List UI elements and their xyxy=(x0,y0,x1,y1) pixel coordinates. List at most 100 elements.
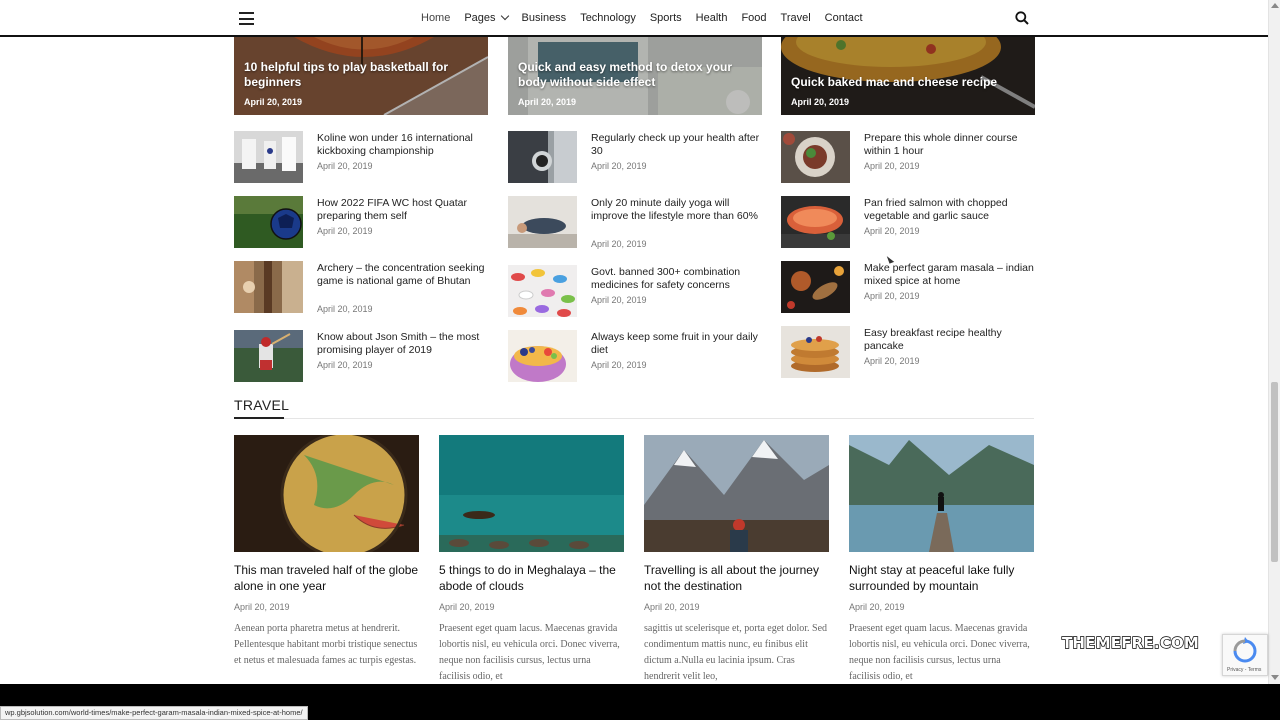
travel-post-excerpt: Aenean porta pharetra metus at hendrerit… xyxy=(234,623,418,666)
list-item[interactable]: Archery – the concentration seeking game… xyxy=(234,261,489,314)
post-date: April 20, 2019 xyxy=(317,360,373,370)
post-date: April 20, 2019 xyxy=(591,161,647,171)
featured-date: April 20, 2019 xyxy=(791,97,850,107)
post-title[interactable]: Always keep some fruit in your daily die… xyxy=(591,331,763,357)
featured-post-mac-cheese[interactable]: Quick baked mac and cheese recipe April … xyxy=(781,37,1035,115)
post-title[interactable]: How 2022 FIFA WC host Quatar preparing t… xyxy=(317,197,489,223)
post-date: April 20, 2019 xyxy=(317,304,373,314)
travel-post-title[interactable]: This man traveled half of the globe alon… xyxy=(234,563,419,594)
featured-date: April 20, 2019 xyxy=(518,97,577,107)
nav-item-technology[interactable]: Technology xyxy=(580,12,636,24)
nav-item-contact[interactable]: Contact xyxy=(825,12,863,24)
post-title[interactable]: Prepare this whole dinner course within … xyxy=(864,132,1036,158)
health-checkup-thumbnail xyxy=(508,131,577,183)
nav-item-sports[interactable]: Sports xyxy=(650,12,682,24)
post-title[interactable]: Archery – the concentration seeking game… xyxy=(317,262,489,288)
nav-item-food[interactable]: Food xyxy=(741,12,766,24)
list-item[interactable]: Only 20 minute daily yoga will improve t… xyxy=(508,196,763,249)
post-title[interactable]: Koline won under 16 international kickbo… xyxy=(317,132,489,158)
travel-post-title[interactable]: Night stay at peaceful lake fully surrou… xyxy=(849,563,1034,594)
recaptcha-terms[interactable]: Privacy - Terms xyxy=(1227,667,1261,673)
top-navigation-bar: Home Pages Business Technology Sports He… xyxy=(0,0,1268,37)
travel-post-excerpt: sagittis ut scelerisque et, porta eget d… xyxy=(644,623,828,682)
post-title[interactable]: Only 20 minute daily yoga will improve t… xyxy=(591,197,763,223)
travel-card[interactable]: This man traveled half of the globe alon… xyxy=(234,435,419,669)
travel-card[interactable]: Travelling is all about the journey not … xyxy=(644,435,829,685)
list-item[interactable]: Easy breakfast recipe healthy pancake Ap… xyxy=(781,326,1035,378)
section-heading-travel[interactable]: TRAVEL xyxy=(234,397,289,413)
featured-post-detox[interactable]: Quick and easy method to detox your body… xyxy=(508,37,762,115)
post-date: April 20, 2019 xyxy=(864,291,920,301)
mountain-hiker-image xyxy=(644,435,829,552)
yoga-thumbnail xyxy=(508,196,577,248)
travel-post-date: April 20, 2019 xyxy=(439,602,495,612)
chevron-down-icon xyxy=(500,11,509,20)
main-nav: Home Pages Business Technology Sports He… xyxy=(421,0,877,35)
featured-title: Quick and easy method to detox your body… xyxy=(518,60,733,89)
travel-post-title[interactable]: Travelling is all about the journey not … xyxy=(644,563,829,594)
nav-item-health[interactable]: Health xyxy=(696,12,728,24)
section-divider xyxy=(234,418,1034,419)
post-title[interactable]: Govt. banned 300+ combination medicines … xyxy=(591,266,763,292)
list-item[interactable]: Always keep some fruit in your daily die… xyxy=(508,330,762,382)
travel-post-date: April 20, 2019 xyxy=(849,602,905,612)
post-title[interactable]: Know about Json Smith – the most promisi… xyxy=(317,331,489,357)
list-item[interactable]: How 2022 FIFA WC host Quatar preparing t… xyxy=(234,196,488,248)
list-item[interactable]: Pan fried salmon with chopped vegetable … xyxy=(781,196,1035,248)
travel-post-title[interactable]: 5 things to do in Meghalaya – the abode … xyxy=(439,563,624,594)
nav-item-pages[interactable]: Pages xyxy=(464,11,509,24)
baseball-thumbnail xyxy=(234,330,303,382)
post-date: April 20, 2019 xyxy=(591,360,647,370)
kickboxing-thumbnail xyxy=(234,131,303,183)
list-item[interactable]: Make perfect garam masala – indian mixed… xyxy=(781,261,1035,313)
football-thumbnail xyxy=(234,196,303,248)
section-heading-underline xyxy=(234,417,284,419)
post-date: April 20, 2019 xyxy=(591,295,647,305)
page-scrollbar[interactable] xyxy=(1268,0,1280,684)
search-icon[interactable] xyxy=(1015,11,1029,25)
scroll-down-arrow-icon[interactable] xyxy=(1271,675,1279,680)
travel-post-date: April 20, 2019 xyxy=(644,602,700,612)
travel-card[interactable]: 5 things to do in Meghalaya – the abode … xyxy=(439,435,624,685)
list-item[interactable]: Koline won under 16 international kickbo… xyxy=(234,131,488,183)
nav-item-business[interactable]: Business xyxy=(522,12,567,24)
list-item[interactable]: Know about Json Smith – the most promisi… xyxy=(234,330,488,382)
archery-thumbnail xyxy=(234,261,303,313)
nav-item-pages-label: Pages xyxy=(464,11,496,24)
travel-card[interactable]: Night stay at peaceful lake fully surrou… xyxy=(849,435,1034,685)
post-date: April 20, 2019 xyxy=(317,226,373,236)
scroll-up-arrow-icon[interactable] xyxy=(1271,3,1279,8)
travel-post-date: April 20, 2019 xyxy=(234,602,290,612)
post-title[interactable]: Make perfect garam masala – indian mixed… xyxy=(864,262,1036,288)
list-item[interactable]: Govt. banned 300+ combination medicines … xyxy=(508,265,762,317)
featured-post-basketball[interactable]: 10 helpful tips to play basketball for b… xyxy=(234,37,488,115)
list-item[interactable]: Regularly check up your health after 30 … xyxy=(508,131,762,183)
recaptcha-icon xyxy=(1233,637,1257,663)
post-title[interactable]: Regularly check up your health after 30 xyxy=(591,132,763,158)
pancake-thumbnail xyxy=(781,326,850,378)
dinner-course-thumbnail xyxy=(781,131,850,183)
fruit-bowl-thumbnail xyxy=(508,330,577,382)
recaptcha-badge[interactable]: Privacy - Terms xyxy=(1222,634,1268,676)
lake-pier-image xyxy=(849,435,1034,552)
hamburger-icon[interactable] xyxy=(239,12,254,25)
travel-post-excerpt: Praesent eget quam lacus. Maecenas gravi… xyxy=(849,623,1030,682)
list-item[interactable]: Prepare this whole dinner course within … xyxy=(781,131,1035,183)
post-title[interactable]: Easy breakfast recipe healthy pancake xyxy=(864,327,1036,353)
meghalaya-river-image xyxy=(439,435,624,552)
post-date: April 20, 2019 xyxy=(864,356,920,366)
post-date: April 20, 2019 xyxy=(864,226,920,236)
scroll-thumb[interactable] xyxy=(1271,382,1278,562)
nav-item-home[interactable]: Home xyxy=(421,12,450,24)
post-date: April 20, 2019 xyxy=(317,161,373,171)
medicine-pills-thumbnail xyxy=(508,265,577,317)
post-title[interactable]: Pan fried salmon with chopped vegetable … xyxy=(864,197,1036,223)
nav-item-travel[interactable]: Travel xyxy=(781,12,811,24)
watermark-logo: THEMEFRE.COM xyxy=(1061,633,1200,652)
travel-post-excerpt: Praesent eget quam lacus. Maecenas gravi… xyxy=(439,623,620,682)
featured-date: April 20, 2019 xyxy=(244,97,303,107)
link-preview-url: wp.gbjsolution.com/world-times/make-perf… xyxy=(0,706,308,720)
salmon-thumbnail xyxy=(781,196,850,248)
garam-masala-thumbnail xyxy=(781,261,850,313)
featured-title: Quick baked mac and cheese recipe xyxy=(791,75,998,89)
